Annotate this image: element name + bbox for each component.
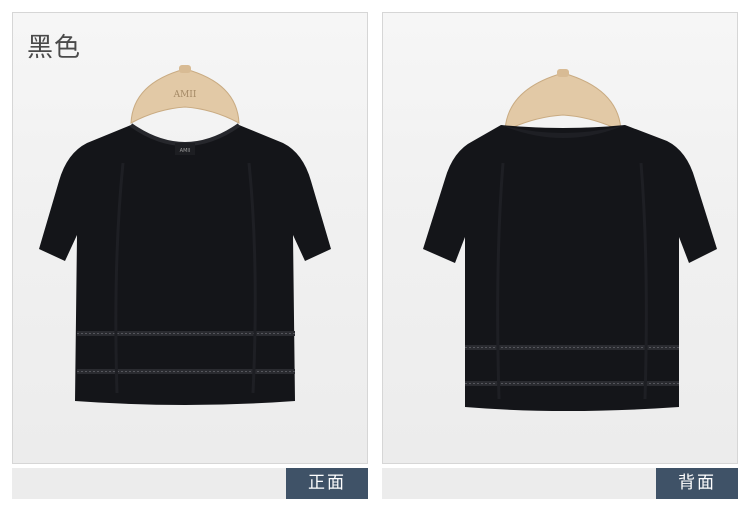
hanger-brand-text: AMII [173,90,197,100]
back-view-tag: 背面 [656,468,738,499]
front-tshirt-image: AMII AMII [39,65,331,405]
wooden-hanger-icon [504,69,622,132]
back-tshirt-image [423,69,717,411]
front-caption-bar: 正面 [12,468,368,499]
wooden-hanger-icon: AMII [130,65,240,124]
back-shirt-shape [423,125,717,411]
neck-label-text: AMII [180,148,191,154]
front-view-tag: 正面 [286,468,368,499]
front-shirt-shape [39,125,331,405]
back-caption-bar: 背面 [382,468,738,499]
front-view-panel: 黑色 AMII AMII [12,12,368,464]
back-view-panel [382,12,738,464]
